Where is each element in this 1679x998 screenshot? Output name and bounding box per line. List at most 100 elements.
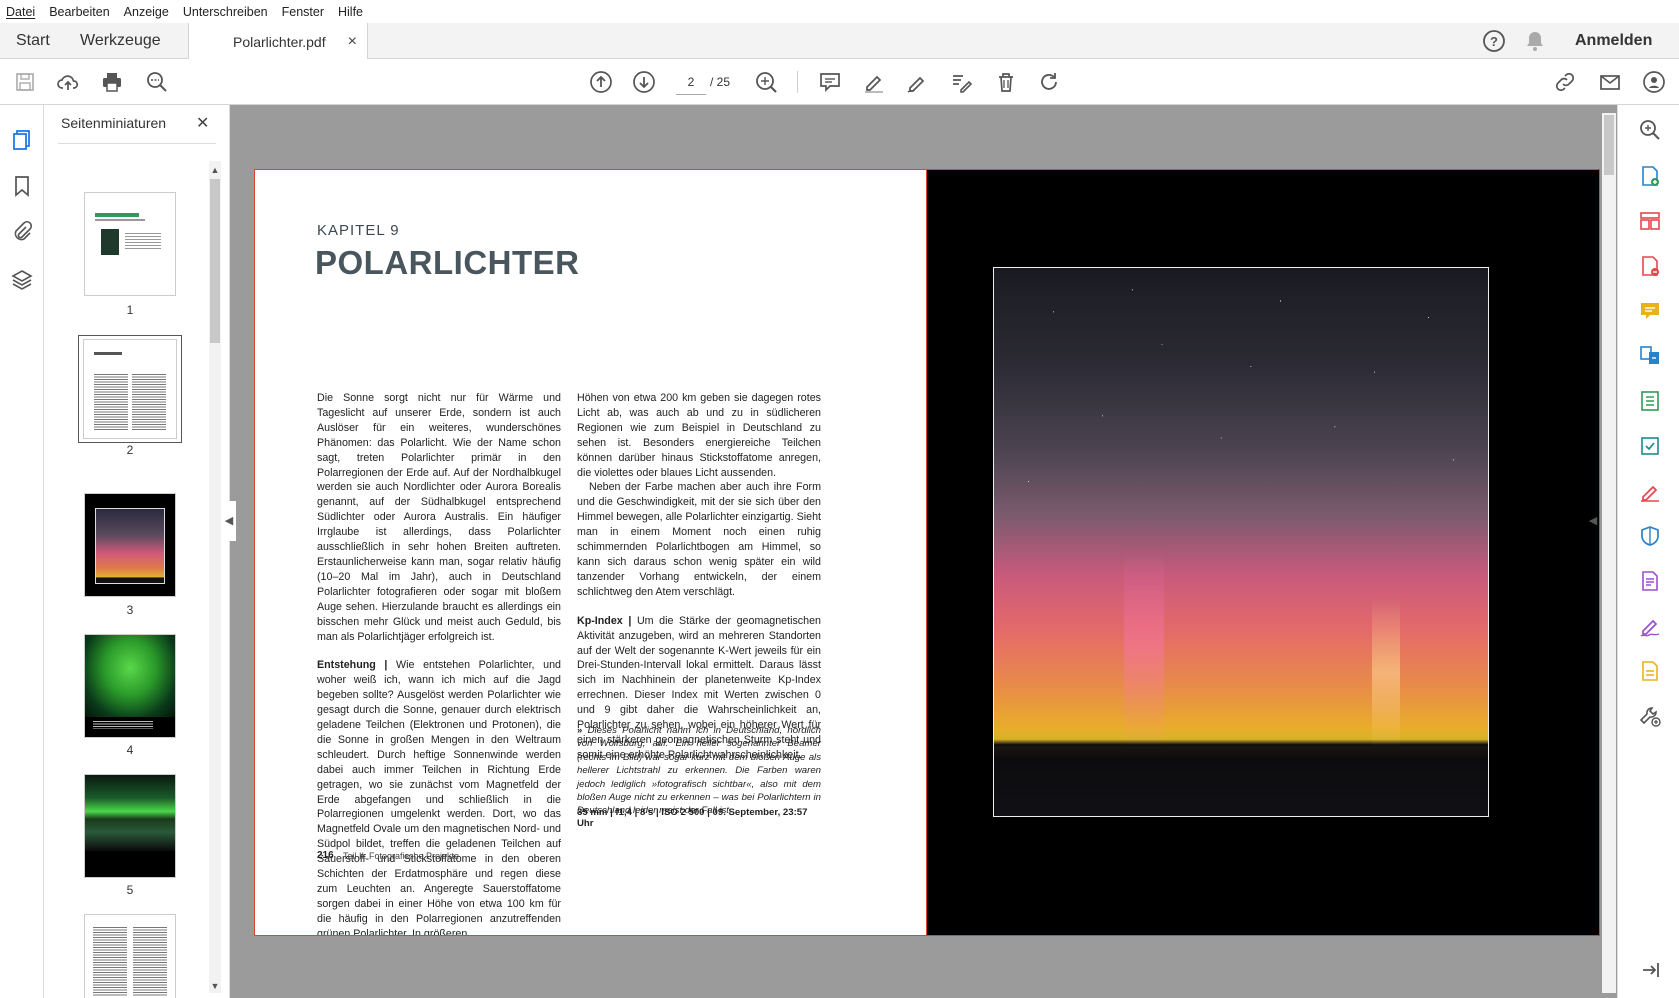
toolbar-divider	[797, 71, 798, 93]
create-pdf-icon[interactable]	[1637, 163, 1663, 189]
collapse-left-panel-icon[interactable]: ◀	[222, 501, 236, 541]
paragraph-heights: Höhen von etwa 200 km geben sie dagegen …	[577, 392, 821, 479]
pdf-page-217	[927, 169, 1600, 936]
print-icon[interactable]	[99, 69, 125, 95]
text-column-right: Höhen von etwa 200 km geben sie dagegen …	[577, 391, 821, 777]
thumbnail-page-3[interactable]	[85, 494, 175, 596]
zoom-icon[interactable]	[753, 69, 779, 95]
thumbnail-page-1[interactable]	[85, 193, 175, 295]
svg-text:?: ?	[1490, 34, 1498, 49]
highlight-pen-icon[interactable]	[861, 69, 887, 95]
document-view[interactable]: ◀ KAPITEL 9 POLARLICHTER Die Sonne sorgt…	[222, 105, 1617, 998]
layers-icon[interactable]	[9, 267, 35, 293]
fill-sign-icon[interactable]	[1637, 478, 1663, 504]
text-edit-icon[interactable]	[948, 69, 974, 95]
tab-document-label: Polarlichter.pdf	[233, 33, 326, 50]
heading-entstehung: Entstehung |	[317, 659, 388, 672]
pdf-page-216: KAPITEL 9 POLARLICHTER Die Sonne sorgt n…	[254, 169, 927, 936]
caption-text: Dieses Polarlicht nahm ich in Deutschlan…	[577, 725, 821, 817]
menu-hilfe[interactable]: Hilfe	[338, 5, 363, 19]
left-navigation-rail	[0, 105, 44, 998]
thumbnail-panel-close-button[interactable]: ✕	[196, 113, 209, 133]
paragraph-entstehung-text: Wie entstehen Polarlichter, und woher we…	[317, 659, 561, 936]
menu-fenster[interactable]: Fenster	[282, 5, 324, 19]
thumbnail-scrollbar[interactable]: ▲ ▼	[209, 161, 221, 993]
next-page-icon[interactable]	[631, 69, 657, 95]
signin-button[interactable]: Anmelden	[1575, 23, 1652, 59]
tab-document[interactable]: Polarlichter.pdf ×	[188, 23, 368, 60]
thumbnail-panel: Seitenminiaturen ✕ 1 2 3 4 5 ▲ ▼	[44, 105, 230, 998]
page-footer: Teil II: Fotografische Projekte	[343, 851, 460, 861]
upload-cloud-icon[interactable]	[55, 69, 81, 95]
tab-tools[interactable]: Werkzeuge	[80, 23, 161, 59]
scroll-up-arrow-icon[interactable]: ▲	[209, 165, 221, 175]
export-pdf-icon[interactable]	[1637, 253, 1663, 279]
thumb-cover-image	[101, 229, 119, 255]
thumb-text-column-2	[133, 927, 167, 997]
thumbnail-page-5[interactable]	[85, 775, 175, 877]
thumbnail-number-5: 5	[126, 883, 134, 897]
aurora-pillar-left	[1124, 548, 1164, 748]
attachment-icon[interactable]	[9, 219, 35, 245]
scroll-down-arrow-icon[interactable]: ▼	[209, 981, 221, 991]
thumbnail-number-3: 3	[126, 603, 134, 617]
page-total-label: / 25	[710, 75, 731, 89]
heading-kp-index: Kp-Index |	[577, 614, 632, 627]
more-tools-icon[interactable]	[1637, 703, 1663, 729]
organize-pages-icon[interactable]	[1637, 208, 1663, 234]
comment-tool-icon[interactable]	[1637, 298, 1663, 324]
thumbnail-number-1: 1	[126, 303, 134, 317]
thumbnail-number-2: 2	[126, 443, 134, 457]
page-thumbnails-icon[interactable]	[9, 127, 35, 153]
page-number: 216	[317, 850, 334, 861]
delete-trash-icon[interactable]	[993, 69, 1019, 95]
thumbnail-page-4[interactable]	[85, 635, 175, 737]
zoom-search-icon[interactable]	[1637, 117, 1663, 143]
aurora-photograph	[993, 267, 1489, 817]
protect-shield-icon[interactable]	[1637, 523, 1663, 549]
image-caption: » Dieses Polarlicht nahm ich in Deutschl…	[577, 724, 821, 818]
share-link-icon[interactable]	[1552, 69, 1578, 95]
thumbnail-page-6[interactable]	[85, 915, 175, 998]
request-signature-icon[interactable]	[1637, 613, 1663, 639]
star-field	[994, 268, 1488, 816]
help-icon[interactable]: ?	[1481, 28, 1507, 54]
thumb-title-bar	[95, 213, 139, 217]
compress-pdf-icon[interactable]	[1637, 388, 1663, 414]
find-zoom-icon[interactable]	[144, 69, 170, 95]
menu-unterschreiben[interactable]: Unterschreiben	[183, 5, 268, 19]
paragraph-form: Neben der Farbe machen aber auch ihre Fo…	[577, 481, 821, 598]
thumbnail-scrollbar-thumb[interactable]	[210, 179, 220, 343]
email-icon[interactable]	[1597, 69, 1623, 95]
notification-bell-icon[interactable]	[1522, 28, 1548, 54]
thumb-text-column-2	[132, 374, 166, 430]
share-user-icon[interactable]	[1641, 69, 1667, 95]
document-scrollbar[interactable]	[1602, 113, 1616, 993]
thumbnail-page-2[interactable]	[84, 340, 176, 438]
send-for-review-icon[interactable]	[1637, 433, 1663, 459]
draw-pen-icon[interactable]	[904, 69, 930, 95]
menu-anzeige[interactable]: Anzeige	[124, 5, 169, 19]
previous-page-icon[interactable]	[588, 69, 614, 95]
tab-start[interactable]: Start	[16, 23, 50, 59]
thumb-subtitle-bar	[95, 219, 145, 221]
tab-close-button[interactable]: ×	[348, 33, 357, 51]
caption-marker: »	[577, 725, 583, 736]
page-number-input[interactable]: 2	[676, 69, 706, 95]
menu-bar: Datei Bearbeiten Anzeige Unterschreiben …	[0, 0, 1679, 23]
save-icon[interactable]	[12, 69, 38, 95]
thumb-green-aurora-image	[85, 635, 175, 717]
comment-icon[interactable]	[817, 69, 843, 95]
combine-files-icon[interactable]	[1637, 343, 1663, 369]
edit-pdf-icon[interactable]	[1637, 568, 1663, 594]
collapse-tools-panel-icon[interactable]	[1637, 957, 1663, 983]
scan-ocr-icon[interactable]	[1637, 658, 1663, 684]
rotate-icon[interactable]	[1036, 69, 1062, 95]
aurora-beam-right	[1372, 598, 1400, 748]
collapse-right-panel-icon[interactable]: ◀	[1586, 501, 1600, 541]
document-scrollbar-thumb[interactable]	[1604, 115, 1614, 175]
bookmark-icon[interactable]	[9, 173, 35, 199]
menu-bearbeiten[interactable]: Bearbeiten	[49, 5, 109, 19]
thumb-text-lines	[125, 233, 161, 251]
menu-datei[interactable]: Datei	[6, 5, 35, 19]
